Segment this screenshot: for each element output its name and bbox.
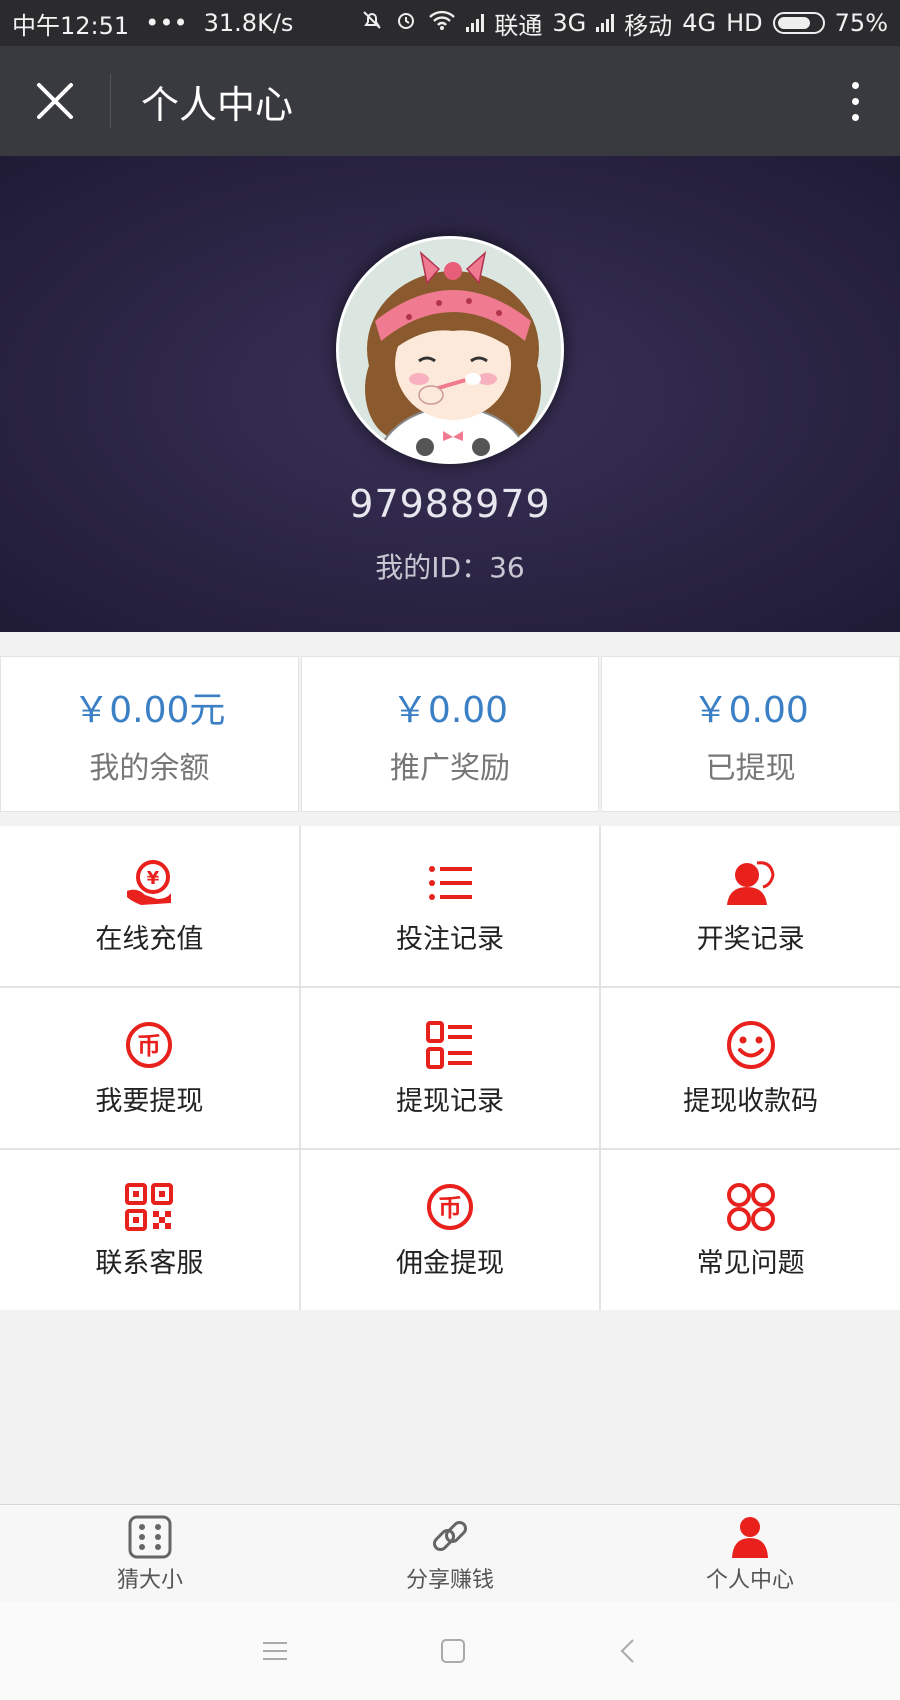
tab-label: 个人中心 bbox=[705, 1567, 794, 1593]
four-circles-icon bbox=[725, 1181, 777, 1233]
menu-item-recharge[interactable]: ¥ 在线充值 bbox=[0, 826, 299, 986]
home-icon[interactable] bbox=[439, 1637, 467, 1665]
tab-label: 猜大小 bbox=[116, 1567, 183, 1593]
battery-icon bbox=[772, 12, 825, 34]
carrier-2: 移动 bbox=[624, 11, 673, 40]
hd-badge: HD bbox=[726, 9, 763, 37]
system-nav-bar bbox=[0, 1602, 900, 1700]
user-prize-icon bbox=[725, 857, 777, 909]
menu-item-label: 常见问题 bbox=[696, 1247, 805, 1279]
stat-label: 我的余额 bbox=[89, 751, 210, 786]
menu-item-label: 投注记录 bbox=[395, 923, 504, 955]
menu-item-withdraw-records[interactable]: 提现记录 bbox=[300, 988, 600, 1148]
status-bar: 中午12:51 ••• 31.8K/s 联通 3G 移动 4G HD 75% bbox=[0, 0, 900, 46]
tab-personal-center[interactable]: 个人中心 bbox=[600, 1505, 900, 1602]
signal-icon bbox=[596, 14, 615, 32]
menu-item-draw-records[interactable]: 开奖记录 bbox=[601, 826, 900, 986]
menu-item-withdraw[interactable]: 币 我要提现 bbox=[0, 988, 299, 1148]
stat-label: 已提现 bbox=[705, 751, 796, 786]
svg-text:币: 币 bbox=[137, 1032, 161, 1060]
tab-guess-size[interactable]: 猜大小 bbox=[0, 1505, 300, 1602]
list-icon bbox=[424, 857, 476, 909]
battery-percent: 75% bbox=[834, 9, 888, 37]
stat-label: 推广奖励 bbox=[390, 751, 510, 786]
stat-balance[interactable]: ￥0.00元 我的余额 bbox=[0, 656, 299, 812]
carrier-1: 联通 bbox=[494, 11, 543, 40]
menu-icon[interactable] bbox=[261, 1640, 289, 1662]
menu-item-payment-code[interactable]: 提现收款码 bbox=[601, 988, 900, 1148]
menu-item-commission-withdraw[interactable]: 币 佣金提现 bbox=[300, 1150, 600, 1310]
wifi-icon bbox=[428, 9, 456, 37]
recharge-icon: ¥ bbox=[123, 857, 175, 909]
stat-amount: ￥0.00 bbox=[692, 690, 809, 731]
more-dots-icon: ••• bbox=[145, 9, 188, 37]
link-icon bbox=[432, 1520, 468, 1551]
back-icon[interactable] bbox=[617, 1637, 639, 1665]
menu-item-label: 提现收款码 bbox=[683, 1085, 819, 1117]
avatar-girl-image bbox=[339, 239, 561, 461]
more-menu-button[interactable] bbox=[810, 46, 900, 156]
svg-text:币: 币 bbox=[438, 1194, 462, 1222]
stat-amount: ￥0.00 bbox=[391, 690, 509, 731]
header-divider bbox=[110, 74, 111, 128]
close-button[interactable] bbox=[0, 46, 110, 156]
user-id: 我的ID：36 bbox=[375, 551, 525, 584]
menu-item-label: 佣金提现 bbox=[395, 1247, 504, 1279]
menu-grid: ¥ 在线充值 投注记录 开奖记录 币 我要提现 提现记录 提现收款码 联系客服 … bbox=[0, 826, 900, 1310]
close-icon bbox=[37, 83, 73, 119]
menu-item-label: 在线充值 bbox=[95, 923, 204, 955]
top-bar: 个人中心 bbox=[0, 46, 900, 156]
stat-amount: ￥0.00元 bbox=[73, 690, 226, 731]
menu-item-bet-records[interactable]: 投注记录 bbox=[300, 826, 600, 986]
menu-item-faq[interactable]: 常见问题 bbox=[601, 1150, 900, 1310]
stat-withdrawn[interactable]: ￥0.00 已提现 bbox=[601, 656, 900, 812]
menu-item-label: 开奖记录 bbox=[696, 923, 805, 955]
record-list-icon bbox=[424, 1019, 476, 1071]
signal-icon bbox=[466, 14, 485, 32]
tab-label: 分享赚钱 bbox=[405, 1567, 494, 1593]
stat-promotion-reward[interactable]: ￥0.00 推广奖励 bbox=[300, 656, 600, 812]
bottom-tab-bar: 猜大小 分享赚钱 个人中心 bbox=[0, 1504, 900, 1602]
svg-text:¥: ¥ bbox=[147, 868, 160, 889]
profile-banner: 97988979 我的ID：36 bbox=[0, 156, 900, 632]
status-time: 中午12:51 bbox=[12, 11, 130, 40]
username: 97988979 bbox=[349, 482, 551, 526]
person-icon bbox=[732, 1516, 768, 1558]
more-vertical-icon bbox=[851, 81, 859, 89]
page-title: 个人中心 bbox=[141, 82, 294, 127]
network-type-1: 3G bbox=[552, 9, 587, 37]
alarm-icon bbox=[394, 8, 418, 38]
avatar[interactable] bbox=[336, 236, 564, 464]
mute-icon bbox=[360, 8, 384, 38]
dice-icon bbox=[128, 1515, 172, 1558]
menu-item-label: 我要提现 bbox=[95, 1085, 204, 1117]
network-speed: 31.8K/s bbox=[203, 9, 294, 37]
coin-icon: 币 bbox=[424, 1181, 476, 1233]
menu-item-label: 联系客服 bbox=[95, 1247, 204, 1279]
menu-item-label: 提现记录 bbox=[395, 1085, 504, 1117]
tab-share-earn[interactable]: 分享赚钱 bbox=[300, 1505, 600, 1602]
stats-row: ￥0.00元 我的余额 ￥0.00 推广奖励 ￥0.00 已提现 bbox=[0, 656, 900, 812]
qrcode-icon bbox=[123, 1181, 175, 1233]
coin-icon: 币 bbox=[123, 1019, 175, 1071]
smile-icon bbox=[725, 1019, 777, 1071]
network-type-2: 4G bbox=[682, 9, 717, 37]
menu-item-customer-service[interactable]: 联系客服 bbox=[0, 1150, 299, 1310]
